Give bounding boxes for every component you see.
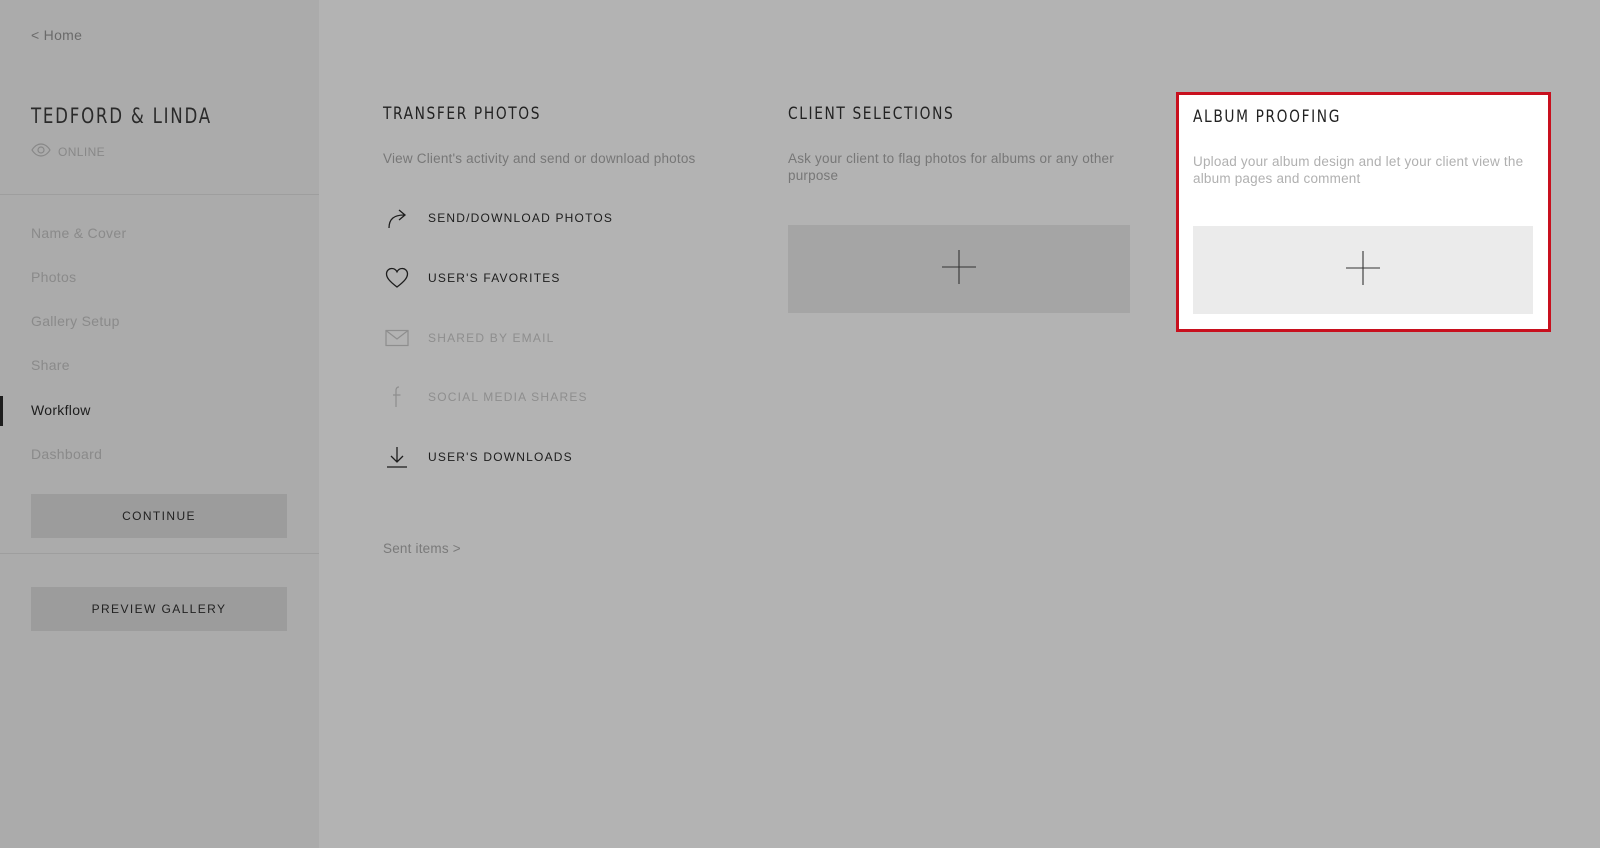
send-download-photos-label: SEND/DOWNLOAD PHOTOS: [428, 211, 614, 225]
heart-icon: [383, 264, 411, 292]
transfer-photos-description: View Client's activity and send or downl…: [383, 151, 696, 166]
facebook-icon: [383, 383, 411, 411]
envelope-icon: [383, 324, 411, 352]
client-selections-title: CLIENT SELECTIONS: [788, 104, 955, 124]
gallery-title: TEDFORD & LINDA: [31, 104, 212, 128]
share-arrow-icon: [383, 204, 411, 232]
plus-icon: [941, 249, 977, 290]
users-downloads-label: USER'S DOWNLOADS: [428, 450, 573, 464]
nav-item-dashboard[interactable]: Dashboard: [31, 446, 102, 462]
sent-items-link[interactable]: Sent items >: [383, 541, 461, 556]
shared-by-email-link[interactable]: SHARED BY EMAIL: [383, 324, 553, 352]
nav-item-share[interactable]: Share: [31, 357, 70, 373]
nav-item-photos[interactable]: Photos: [31, 269, 76, 285]
download-icon: [383, 443, 411, 471]
client-selections-description: Ask your client to flag photos for album…: [788, 151, 1114, 183]
album-proofing-description: Upload your album design and let your cl…: [1193, 154, 1524, 186]
social-media-shares-link[interactable]: SOCIAL MEDIA SHARES: [383, 383, 587, 411]
sidebar-divider: [0, 553, 319, 554]
status-label: ONLINE: [58, 144, 106, 159]
preview-gallery-button[interactable]: PREVIEW GALLERY: [31, 587, 287, 631]
plus-icon: [1345, 250, 1381, 291]
album-proofing-title: ALBUM PROOFING: [1193, 107, 1341, 127]
client-selections-section: CLIENT SELECTIONS Ask your client to fla…: [788, 104, 1133, 313]
nav-active-indicator: [0, 396, 3, 426]
users-downloads-link[interactable]: USER'S DOWNLOADS: [383, 443, 572, 471]
home-link[interactable]: < Home: [31, 27, 82, 43]
add-client-selection-button[interactable]: [788, 225, 1130, 313]
shared-by-email-label: SHARED BY EMAIL: [428, 331, 555, 345]
social-media-shares-label: SOCIAL MEDIA SHARES: [428, 390, 588, 404]
continue-button[interactable]: CONTINUE: [31, 494, 287, 538]
users-favorites-link[interactable]: USER'S FAVORITES: [383, 264, 559, 292]
send-download-photos-link[interactable]: SEND/DOWNLOAD PHOTOS: [383, 204, 612, 232]
sidebar-divider: [0, 194, 319, 195]
sidebar: < Home TEDFORD & LINDA ONLINE Name & Cov…: [0, 0, 319, 848]
transfer-photos-title: TRANSFER PHOTOS: [383, 104, 542, 124]
gallery-status: ONLINE: [31, 143, 105, 160]
users-favorites-label: USER'S FAVORITES: [428, 271, 561, 285]
transfer-photos-section: TRANSFER PHOTOS View Client's activity a…: [383, 104, 743, 556]
eye-icon: [31, 143, 51, 160]
nav-item-name-cover[interactable]: Name & Cover: [31, 225, 126, 241]
album-proofing-card: ALBUM PROOFING Upload your album design …: [1176, 92, 1551, 332]
add-album-proofing-button[interactable]: [1193, 226, 1533, 314]
nav-item-workflow[interactable]: Workflow: [31, 402, 91, 418]
nav-item-gallery-setup[interactable]: Gallery Setup: [31, 313, 120, 329]
